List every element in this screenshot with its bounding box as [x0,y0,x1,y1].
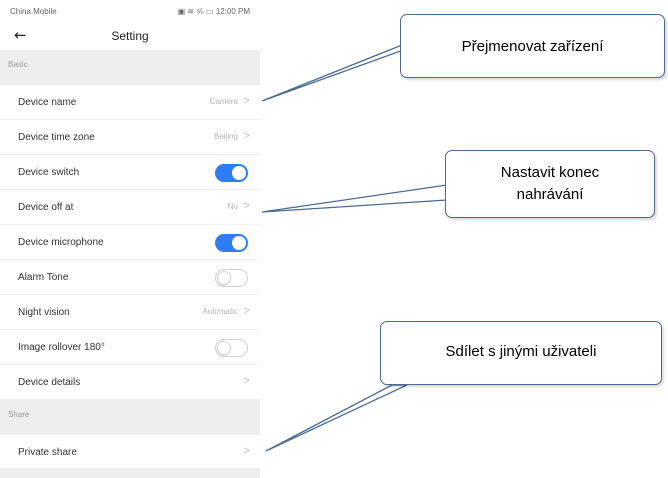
callout-rename: Přejmenovat zařízení [400,14,665,78]
pointer-end-recording [261,184,448,213]
pointer-share [265,384,408,452]
pointer-rename [261,44,418,102]
callout-line-1: Nastavit konec [500,164,600,181]
callout-share: Sdílet s jinými uživateli [380,321,662,385]
callout-line-2: nahrávání [516,186,584,203]
callout-end-recording: Nastavit konec nahrávání [445,150,655,218]
